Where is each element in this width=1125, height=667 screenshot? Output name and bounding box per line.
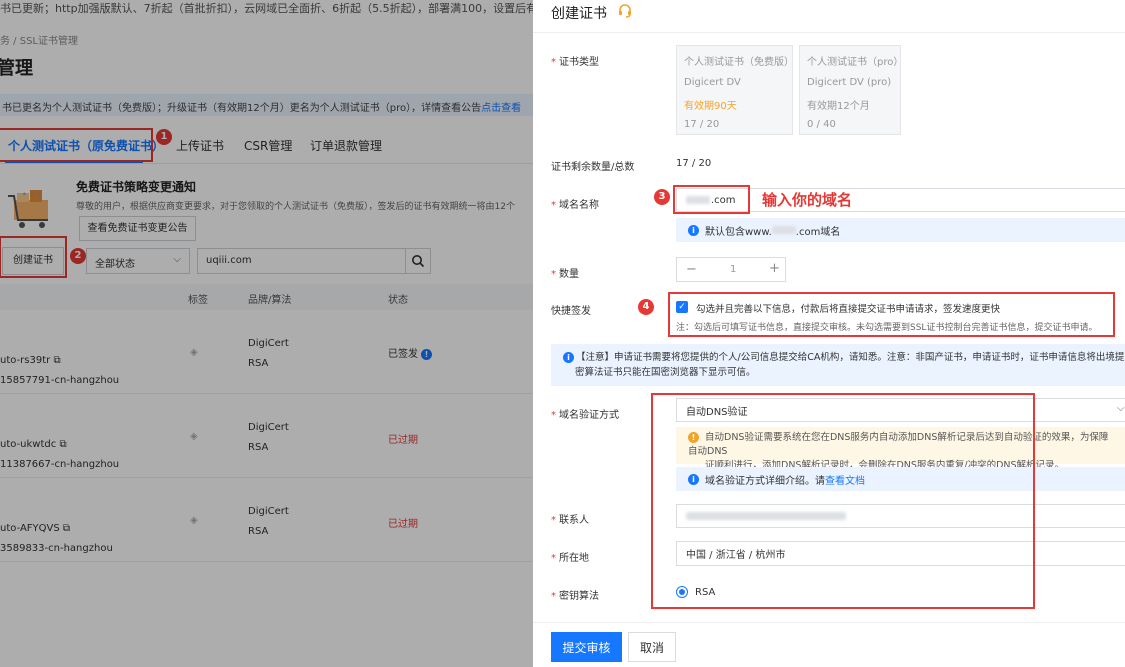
quantity-value: 1 xyxy=(730,264,737,275)
info-icon: i xyxy=(563,352,574,363)
cert-type-label: * 证书类型 xyxy=(551,57,599,68)
annotation-badge-4: 4 xyxy=(638,299,654,315)
card-count: 0 / 40 xyxy=(807,119,836,130)
drawer-title: 创建证书 xyxy=(551,6,607,22)
annotation-box-domain xyxy=(673,185,750,214)
remaining-label: 证书剩余数量/总数 xyxy=(551,162,635,173)
verify-method-label: * 域名验证方式 xyxy=(551,410,619,421)
card-name: 个人测试证书（免费版） xyxy=(684,57,794,68)
cert-card-free[interactable]: 个人测试证书（免费版） Digicert DV 有效期90天 17 / 20 xyxy=(676,45,794,135)
annotation-badge-3: 3 xyxy=(654,189,670,205)
attention-note: i 【注意】申请证书需要将您提供的个人/公司信息提交给CA机构，请知悉。注意：非国… xyxy=(551,344,1125,386)
card-brand: Digicert DV xyxy=(684,77,741,88)
domain-label: * 域名名称 xyxy=(551,200,599,211)
remaining-value: 17 / 20 xyxy=(676,158,712,169)
card-name: 个人测试证书（pro） xyxy=(807,57,904,68)
redacted-domain xyxy=(771,226,796,234)
footer-divider xyxy=(533,622,1125,623)
location-label: * 所在地 xyxy=(551,553,589,564)
cert-card-pro[interactable]: 个人测试证书（pro） Digicert DV (pro) 有效期12个月 0 … xyxy=(799,45,904,135)
card-validity: 有效期12个月 xyxy=(807,101,870,112)
minus-icon[interactable]: − xyxy=(686,262,697,277)
card-count: 17 / 20 xyxy=(684,119,720,130)
headset-support-icon[interactable] xyxy=(617,3,633,19)
modal-mask[interactable] xyxy=(0,0,533,667)
quantity-label: * 数量 xyxy=(551,269,579,280)
card-validity: 有效期90天 xyxy=(684,101,737,112)
chevron-down-icon: ⌵ xyxy=(1117,403,1125,414)
drawer-header: 创建证书 xyxy=(533,0,1125,33)
quantity-stepper[interactable]: − 1 + xyxy=(676,257,786,282)
cancel-button[interactable]: 取消 xyxy=(628,632,676,662)
annotation-box-quick xyxy=(668,292,1115,337)
annotation-domain-hint: 输入你的域名 xyxy=(762,191,853,209)
annotation-box-verify xyxy=(651,393,1035,609)
domain-note: i 默认包含www. .com域名 xyxy=(676,218,1125,242)
card-brand: Digicert DV (pro) xyxy=(807,77,892,88)
create-cert-drawer: 创建证书 * 证书类型 个人测试证书（免费版） Digicert DV 有效期90… xyxy=(533,0,1125,667)
plus-icon[interactable]: + xyxy=(769,261,780,276)
contact-label: * 联系人 xyxy=(551,515,589,526)
info-icon: i xyxy=(688,224,699,236)
submit-review-button[interactable]: 提交审核 xyxy=(551,632,622,662)
algorithm-label: * 密钥算法 xyxy=(551,591,599,602)
background-page: 书已更新；http加强版默认、7折起（首批折扣），云网域已全面折、6折起（5.5… xyxy=(0,0,533,667)
quick-issue-label: 快捷签发 xyxy=(551,306,591,317)
